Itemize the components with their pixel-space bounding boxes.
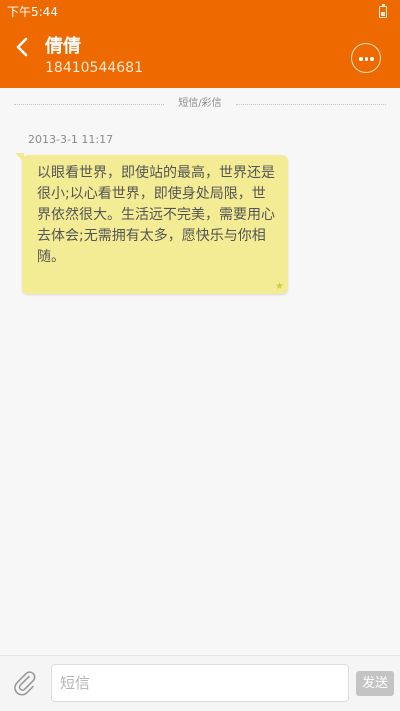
message-type-divider: 短信/彩信 (14, 96, 386, 112)
message-timestamp: 2013-3-1 11:17 (28, 133, 114, 146)
attach-button[interactable] (12, 670, 38, 696)
composer-bar: 发送 (0, 655, 400, 711)
chevron-left-icon (16, 37, 28, 57)
divider-line-right (236, 104, 386, 105)
status-time: 下午5:44 (7, 5, 58, 19)
message-text: 以眼看世界，即使站的最高，世界还是很小;以心看世界，即使身处局限，世界依然很大。… (37, 165, 275, 265)
message-type-label: 短信/彩信 (169, 97, 231, 111)
back-button[interactable] (10, 34, 36, 60)
battery-icon (379, 4, 387, 18)
more-options-button[interactable] (351, 43, 381, 73)
send-button[interactable]: 发送 (356, 671, 394, 696)
sms-input[interactable] (51, 664, 349, 702)
status-bar: 下午5:44 (0, 0, 400, 24)
contact-name: 倩倩 (45, 36, 81, 57)
contact-phone-number: 18410544681 (45, 60, 143, 76)
divider-line-left (14, 104, 164, 105)
paperclip-icon (14, 671, 36, 696)
message-bubble[interactable]: 以眼看世界，即使站的最高，世界还是很小;以心看世界，即使身处局限，世界依然很大。… (22, 155, 288, 294)
conversation-header: 倩倩 18410544681 (0, 24, 400, 88)
star-icon: ★ (275, 281, 284, 292)
